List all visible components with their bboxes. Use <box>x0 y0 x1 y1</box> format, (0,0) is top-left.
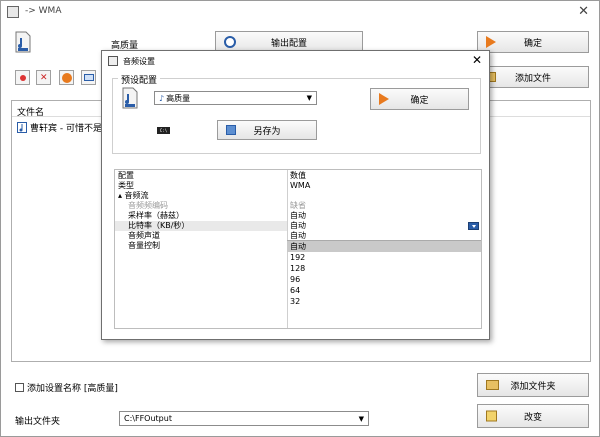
window-title: -> WMA <box>25 6 62 16</box>
main-title-bar: -> WMA ✕ <box>1 1 599 23</box>
row-name: 比特率（KB/秒） <box>128 221 190 230</box>
file-list-header-label: 文件名 <box>17 108 45 118</box>
folder-icon <box>486 380 499 390</box>
app-icon <box>7 6 19 18</box>
audio-settings-dialog: 音频设置 ✕ 预设配置 ♪ 高质量 ▼ 确定 C:\ 另存为 配置 数值 类型 … <box>101 50 490 340</box>
grid-header-config: 配置 <box>118 171 134 180</box>
dialog-ok-button[interactable]: 确定 <box>370 88 469 110</box>
table-row-selected[interactable]: 比特率（KB/秒） 自动 <box>115 221 481 231</box>
add-setting-name-label: 添加设置名称 [高质量] <box>27 384 118 394</box>
output-folder-select[interactable]: C:\FFOutput ▼ <box>119 411 369 426</box>
row-value: 自动 <box>290 211 306 220</box>
gear-icon <box>224 36 236 48</box>
grid-header-value: 数值 <box>290 171 306 180</box>
change-button[interactable]: 改变 <box>477 404 589 428</box>
dialog-close-icon[interactable]: ✕ <box>472 53 482 67</box>
output-folder-value: C:\FFOutput <box>124 414 172 423</box>
change-icon <box>486 410 497 422</box>
row-value: 自动 <box>290 221 306 230</box>
row-name: 音频声道 <box>128 231 160 240</box>
table-row[interactable]: 音频频编码 缺省 <box>115 201 481 211</box>
play-icon[interactable] <box>59 70 74 85</box>
row-name: 音量控制 <box>128 241 160 250</box>
output-folder-label: 输出文件夹 <box>15 417 61 427</box>
table-row[interactable]: 类型 WMA <box>115 181 481 191</box>
settings-grid: 配置 数值 类型 WMA ▴ 音频流 音频频编码 缺省 采样率（赫兹） 自动 比… <box>114 169 482 329</box>
row-name: 类型 <box>118 181 134 190</box>
music-file-icon <box>17 122 27 133</box>
add-folder-label: 添加文件夹 <box>510 381 556 392</box>
arrow-right-icon <box>486 36 496 48</box>
row-value: WMA <box>290 181 311 190</box>
chevron-down-icon: ▼ <box>358 414 364 423</box>
row-name: ▴ 音频流 <box>118 191 149 200</box>
dropdown-option[interactable]: 32 <box>287 296 481 307</box>
row-name: 音频频编码 <box>128 201 168 210</box>
dialog-icon <box>108 56 118 66</box>
save-as-label: 另存为 <box>253 126 281 137</box>
save-icon <box>226 125 236 135</box>
row-name: 采样率（赫兹） <box>128 211 184 220</box>
list-item[interactable]: 曹轩宾 - 可惜不是你 <box>17 121 111 134</box>
add-folder-button[interactable]: 添加文件夹 <box>477 373 589 397</box>
delete-icon[interactable]: ✕ <box>36 70 51 85</box>
chevron-down-icon: ▼ <box>306 94 312 102</box>
wma-file-icon <box>15 31 31 53</box>
dropdown-button[interactable] <box>468 222 479 230</box>
add-setting-name-checkbox[interactable]: 添加设置名称 [高质量] <box>15 381 118 394</box>
add-file-button[interactable]: 添加文件 <box>477 66 589 88</box>
checkbox-box[interactable] <box>15 383 24 392</box>
ok-label: 确定 <box>523 38 542 49</box>
dialog-title-bar: 音频设置 ✕ <box>102 51 489 71</box>
output-config-label: 输出配置 <box>270 38 307 49</box>
save-as-button[interactable]: 另存为 <box>217 120 317 140</box>
command-icon: C:\ <box>157 127 170 134</box>
preset-select[interactable]: ♪ 高质量 ▼ <box>154 91 317 105</box>
media-info-icon[interactable] <box>81 70 96 85</box>
table-row[interactable]: ▴ 音频流 <box>115 191 481 201</box>
bitrate-dropdown-list: 自动 192 128 96 64 32 <box>287 241 481 311</box>
close-icon[interactable]: ✕ <box>578 4 589 19</box>
dialog-wma-icon <box>122 87 138 109</box>
dropdown-option[interactable]: 128 <box>287 263 481 274</box>
ok-button[interactable]: 确定 <box>477 31 589 53</box>
dropdown-option[interactable]: 96 <box>287 274 481 285</box>
preset-select-value: 高质量 <box>166 93 191 103</box>
preset-config-label: 预设配置 <box>118 73 161 86</box>
dropdown-option[interactable]: 192 <box>287 252 481 263</box>
grid-header-row: 配置 数值 <box>115 171 481 181</box>
add-file-label: 添加文件 <box>514 73 551 84</box>
dialog-ok-label: 确定 <box>410 95 429 106</box>
row-value: 缺省 <box>290 201 306 210</box>
arrow-right-icon <box>379 93 389 105</box>
music-note-icon: ♪ <box>159 93 165 103</box>
dropdown-option[interactable]: 64 <box>287 285 481 296</box>
dialog-title: 音频设置 <box>123 57 155 66</box>
change-label: 改变 <box>523 412 542 423</box>
file-item-name: 曹轩宾 - 可惜不是你 <box>30 124 111 134</box>
table-row[interactable]: 采样率（赫兹） 自动 <box>115 211 481 221</box>
remove-icon[interactable] <box>15 70 30 85</box>
dropdown-option-selected[interactable]: 自动 <box>287 241 481 252</box>
